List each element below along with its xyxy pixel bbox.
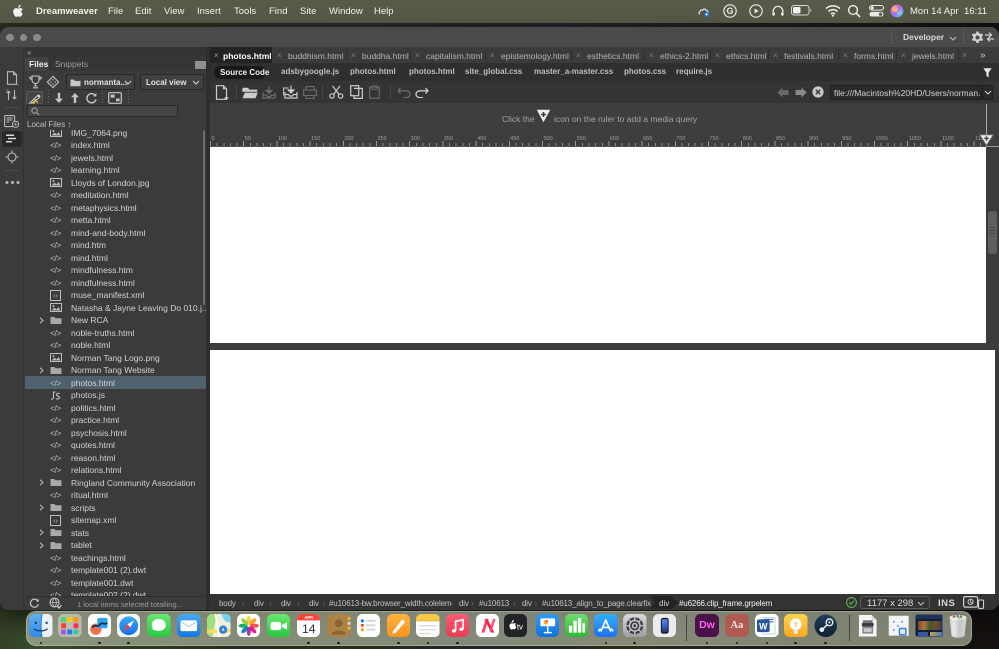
svg-text:‹›: ‹› [53, 518, 58, 525]
svg-text:tv: tv [516, 622, 522, 631]
svg-text:14: 14 [302, 622, 316, 636]
svg-text:‹›: ‹› [53, 293, 58, 300]
svg-text:G: G [726, 6, 733, 16]
svg-text:APR: APR [304, 614, 313, 619]
svg-text:W: W [759, 621, 768, 631]
